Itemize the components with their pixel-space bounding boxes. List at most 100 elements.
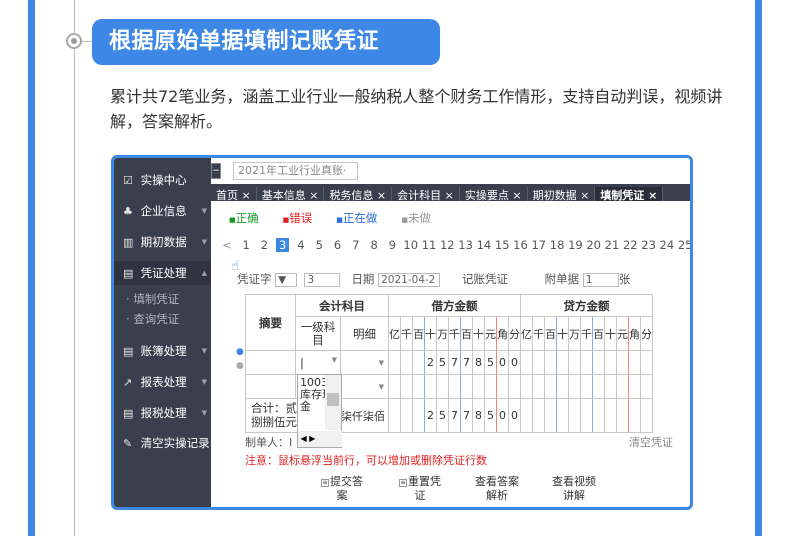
debit-amount-digit[interactable]: 7 xyxy=(460,350,473,375)
debit-amount-digit[interactable]: 5 xyxy=(484,350,497,375)
debit-amount-digit[interactable] xyxy=(412,374,425,399)
credit-amount-digit[interactable] xyxy=(568,350,581,375)
page-link[interactable]: 11 xyxy=(420,238,438,252)
page-link[interactable]: 14 xyxy=(475,238,493,252)
level1-account-input[interactable]: | ▼ xyxy=(295,350,341,375)
debit-amount-digit[interactable] xyxy=(484,374,497,399)
view-answer-button[interactable]: 查看答案解析 xyxy=(474,475,520,503)
sidebar-subitem-query-voucher[interactable]: · 查询凭证 xyxy=(114,309,211,329)
attachment-count-input[interactable]: 1 xyxy=(582,272,619,287)
sidebar-item-voucher[interactable]: ▤ 凭证处理 ▲ xyxy=(114,261,211,285)
debit-amount-digit[interactable] xyxy=(436,374,449,399)
sidebar-item-reports[interactable]: ↗ 报表处理 ▼ xyxy=(114,370,211,394)
page-link[interactable]: 6 xyxy=(328,238,346,252)
sidebar-item-opening-data[interactable]: ▥ 期初数据 ▼ xyxy=(114,230,211,254)
sidebar-item-ledger[interactable]: ▤ 账簿处理 ▼ xyxy=(114,339,211,363)
debit-amount-digit[interactable] xyxy=(460,374,473,399)
tab-key-points[interactable]: 实操要点 × xyxy=(460,187,528,201)
debit-amount-digit[interactable] xyxy=(400,350,413,375)
debit-amount-digit[interactable] xyxy=(448,374,461,399)
tab-accounts[interactable]: 会计科目 × xyxy=(392,187,460,201)
credit-amount-digit[interactable] xyxy=(532,350,545,375)
page-link[interactable]: 19 xyxy=(566,238,584,252)
view-video-button[interactable]: 查看视频讲解 xyxy=(551,475,597,503)
company-select[interactable]: 2021年工业行业真账· xyxy=(233,162,358,180)
debit-amount-digit[interactable] xyxy=(412,350,425,375)
tab-basic-info[interactable]: 基本信息 × xyxy=(257,187,325,201)
credit-amount-digit[interactable] xyxy=(640,350,653,375)
tab-home[interactable]: 首页 × xyxy=(211,187,257,201)
credit-amount-digit[interactable] xyxy=(544,374,557,399)
debit-amount-digit[interactable] xyxy=(424,374,437,399)
dropdown-hscrollbar[interactable]: ◀ ▶ xyxy=(298,431,342,447)
sidebar-item-company-info[interactable]: ♣ 企业信息 ▼ xyxy=(114,199,211,223)
sidebar-item-tax[interactable]: ▤ 报税处理 ▼ xyxy=(114,401,211,425)
credit-amount-digit[interactable] xyxy=(592,374,605,399)
page-link[interactable]: 17 xyxy=(530,238,548,252)
credit-amount-digit[interactable] xyxy=(556,350,569,375)
tab-opening-data[interactable]: 期初数据 × xyxy=(528,187,596,201)
reset-voucher-button[interactable]: ≡ 重置凭证 xyxy=(397,475,443,503)
page-link[interactable]: 1 xyxy=(237,238,255,252)
page-link[interactable]: 4 xyxy=(292,238,310,252)
voucher-number-input[interactable]: 3 xyxy=(304,272,341,287)
credit-amount-digit[interactable] xyxy=(520,350,533,375)
debit-amount-digit[interactable]: 2 xyxy=(424,350,437,375)
debit-amount-digit[interactable] xyxy=(388,374,401,399)
page-link[interactable]: 10 xyxy=(402,238,420,252)
credit-amount-digit[interactable] xyxy=(616,374,629,399)
debit-amount-digit[interactable] xyxy=(388,350,401,375)
tab-fill-voucher[interactable]: 填制凭证 × xyxy=(595,187,664,201)
debit-amount-digit[interactable]: 8 xyxy=(472,350,485,375)
credit-amount-digit[interactable] xyxy=(628,350,641,375)
debit-amount-digit[interactable] xyxy=(508,374,521,399)
add-row-icon[interactable]: ● xyxy=(236,347,244,357)
summary-cell[interactable] xyxy=(245,350,296,375)
dropdown-scrollbar[interactable] xyxy=(325,375,341,430)
voucher-date-input[interactable]: 2021-04-2 xyxy=(378,272,441,287)
remove-row-icon[interactable]: ● xyxy=(236,361,244,371)
credit-amount-digit[interactable] xyxy=(604,374,617,399)
debit-amount-digit[interactable] xyxy=(400,374,413,399)
credit-amount-digit[interactable] xyxy=(544,350,557,375)
page-link[interactable]: 18 xyxy=(548,238,566,252)
page-link[interactable]: 23 xyxy=(639,238,657,252)
page-link[interactable]: 15 xyxy=(493,238,511,252)
voucher-word-select[interactable]: ▼ xyxy=(275,272,298,287)
page-link[interactable]: 22 xyxy=(621,238,639,252)
detail-account-select[interactable]: ▼ xyxy=(340,350,389,375)
collapse-sidebar-icon[interactable]: − xyxy=(211,163,221,179)
credit-amount-digit[interactable] xyxy=(556,374,569,399)
page-link[interactable]: 12 xyxy=(438,238,456,252)
page-link[interactable]: 24 xyxy=(658,238,676,252)
credit-amount-digit[interactable] xyxy=(628,374,641,399)
page-link[interactable]: 9 xyxy=(383,238,401,252)
page-link[interactable]: 21 xyxy=(603,238,621,252)
page-link[interactable]: 20 xyxy=(585,238,603,252)
debit-amount-digit[interactable] xyxy=(472,374,485,399)
credit-amount-digit[interactable] xyxy=(616,350,629,375)
clear-voucher-link[interactable]: 清空凭证 xyxy=(629,434,673,450)
detail-account-select-2[interactable]: ▼ xyxy=(340,374,389,399)
credit-amount-digit[interactable] xyxy=(580,350,593,375)
pager-prev-icon[interactable]: < xyxy=(217,238,237,252)
debit-amount-digit[interactable] xyxy=(496,374,509,399)
page-link[interactable]: 2 xyxy=(255,238,273,252)
credit-amount-digit[interactable] xyxy=(604,350,617,375)
scroll-thumb[interactable] xyxy=(327,393,339,406)
page-link[interactable]: 3 xyxy=(276,238,290,252)
debit-amount-digit[interactable]: 0 xyxy=(508,350,521,375)
credit-amount-digit[interactable] xyxy=(568,374,581,399)
credit-amount-digit[interactable] xyxy=(532,374,545,399)
sidebar-item-practice-center[interactable]: ☑ 实操中心 xyxy=(114,168,211,192)
debit-amount-digit[interactable]: 5 xyxy=(436,350,449,375)
sidebar-item-clear-records[interactable]: ✎ 清空实操记录 xyxy=(114,431,211,455)
debit-amount-digit[interactable]: 7 xyxy=(448,350,461,375)
debit-amount-digit[interactable]: 0 xyxy=(496,350,509,375)
page-link[interactable]: 25 xyxy=(676,238,690,252)
page-link[interactable]: 5 xyxy=(310,238,328,252)
summary-cell-2[interactable] xyxy=(245,374,296,399)
page-link[interactable]: 8 xyxy=(365,238,383,252)
credit-amount-digit[interactable] xyxy=(520,374,533,399)
submit-answer-button[interactable]: ≡ 提交答案 xyxy=(319,475,365,503)
